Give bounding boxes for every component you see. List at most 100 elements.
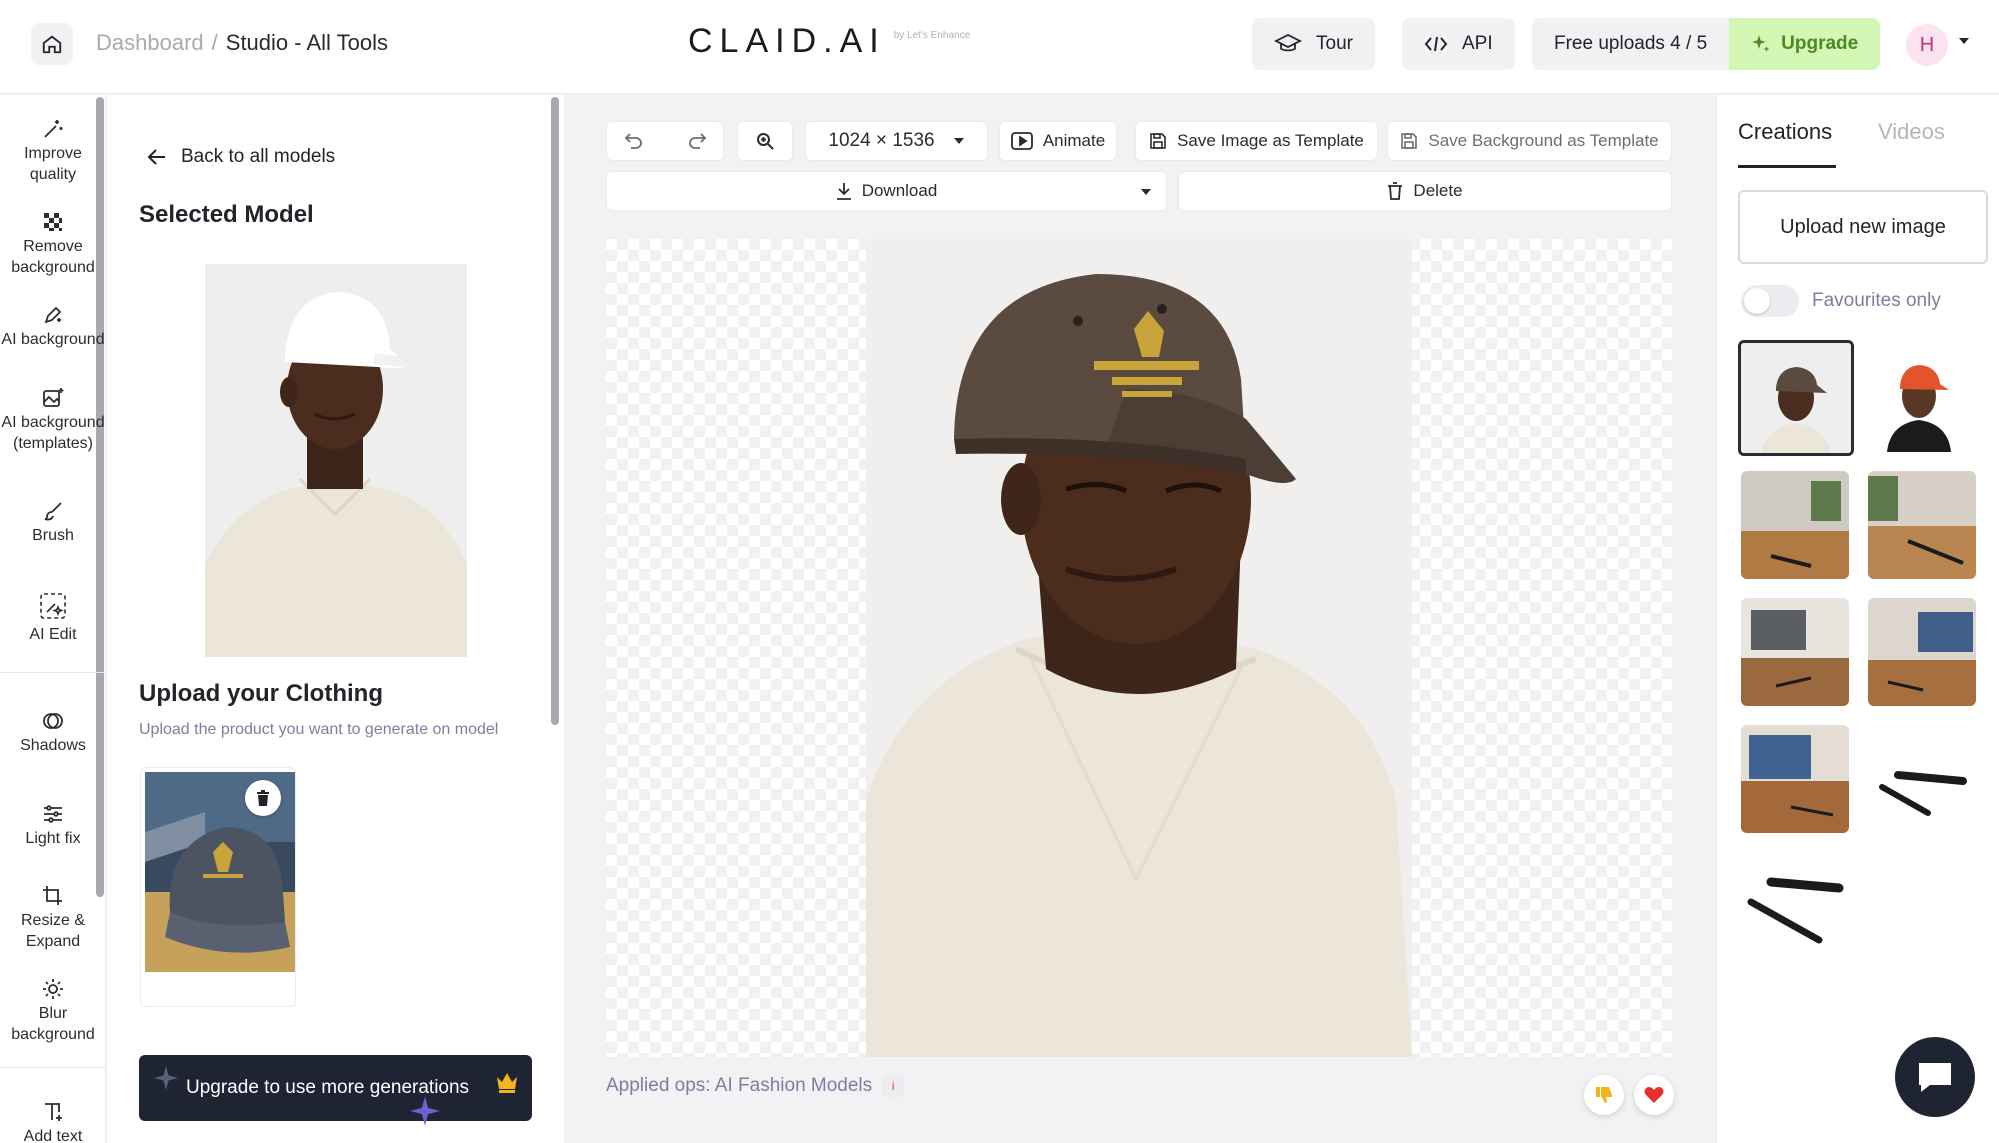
tool-label: Light fix [25,830,81,847]
chevron-down-icon[interactable] [1958,36,1970,46]
animate-button[interactable]: Animate [999,121,1117,161]
clothing-upload-card[interactable] [140,767,296,1007]
creation-thumbnail[interactable] [1741,471,1849,579]
favourite-button[interactable] [1634,1075,1674,1115]
home-icon [42,35,62,54]
panel-scrollbar[interactable] [551,97,559,725]
tool-resize-expand[interactable]: Resize & Expand [0,885,106,952]
save-icon [1401,133,1418,149]
tool-add-text[interactable]: Add text [0,1101,106,1143]
delete-label: Delete [1413,181,1463,200]
blur-icon [43,979,63,999]
creation-thumbnail[interactable] [1741,725,1849,833]
zoom-button[interactable] [737,121,793,161]
back-to-models-link[interactable]: Back to all models [147,146,335,168]
breadcrumb-current: Studio - All Tools [225,30,389,55]
tab-videos[interactable]: Videos [1878,119,1945,145]
upgrade-label: Upgrade [1781,33,1859,54]
tool-light-fix[interactable]: Light fix [0,803,106,849]
size-label: 1024 × 1536 [828,130,935,151]
creation-thumbnail[interactable] [1865,344,1973,452]
favourites-label: Favourites only [1812,290,1941,311]
save-image-template-button[interactable]: Save Image as Template [1135,121,1378,161]
chat-support-button[interactable] [1895,1037,1975,1117]
sparkle-decor-icon [154,1066,178,1090]
tool-shadows[interactable]: Shadows [0,710,106,756]
upgrade-button[interactable]: Upgrade [1729,18,1881,70]
delete-button[interactable]: Delete [1178,171,1672,211]
selected-model-image[interactable] [205,264,467,657]
tool-label: Improve quality [24,145,82,183]
redo-icon[interactable] [687,131,707,151]
creation-thumbnail[interactable] [1738,340,1854,456]
image-canvas[interactable] [606,239,1672,1057]
arrow-left-icon [147,149,165,165]
tool-blur-background[interactable]: Blur background [0,978,106,1045]
tool-label: Remove background [11,238,95,276]
dislike-button[interactable] [1584,1075,1624,1115]
heart-icon [1644,1087,1664,1103]
tool-improve-quality[interactable]: Improve quality [0,118,106,185]
pen-sparkle-icon [44,306,62,324]
crop-icon [43,886,62,905]
upload-clothing-subtitle: Upload the product you want to generate … [139,721,499,738]
save-background-template-label: Save Background as Template [1428,131,1659,150]
logo-subtitle: by Let's Enhance [893,30,971,41]
user-avatar[interactable]: H [1906,24,1948,66]
breadcrumb-dashboard-link[interactable]: Dashboard [96,30,204,56]
thumbs-down-icon [1596,1087,1612,1103]
tool-label: Add text [23,1128,83,1143]
download-icon [836,183,851,200]
tool-ai-background[interactable]: AI background [0,304,106,350]
checker-icon [44,213,62,231]
tool-label: AI background (templates) [1,414,105,452]
creation-thumbnail[interactable] [1868,598,1976,706]
upload-clothing-title: Upload your Clothing [139,680,383,707]
history-group [606,121,724,161]
home-button[interactable] [31,23,73,65]
trash-icon [1388,182,1403,200]
graduation-cap-icon [1274,33,1302,52]
add-text-icon [45,1103,62,1121]
top-header: Dashboard / Studio - All Tools CLAID.AI … [0,0,1999,94]
tab-creations[interactable]: Creations [1738,119,1832,145]
upgrade-generations-banner[interactable]: Upgrade to use more generations [139,1055,532,1126]
tool-brush[interactable]: Brush [0,500,106,546]
breadcrumb: Dashboard / Studio - All Tools [96,30,388,56]
sparkle-decor-icon [410,1096,440,1126]
editor-main: 1024 × 1536 Animate Save Image as Templa… [565,95,1715,1143]
download-button[interactable]: Download [606,171,1167,211]
tour-button[interactable]: Tour [1252,18,1375,70]
shadow-icon [43,713,63,729]
api-label: API [1462,33,1493,54]
creation-thumbnail[interactable] [1741,598,1849,706]
save-background-template-button[interactable]: Save Background as Template [1387,121,1672,161]
generated-image[interactable] [866,239,1412,1057]
favourites-toggle[interactable] [1741,285,1799,317]
size-select[interactable]: 1024 × 1536 [805,121,988,161]
tool-remove-background[interactable]: Remove background [0,211,106,278]
selected-model-title: Selected Model [139,201,314,228]
back-label: Back to all models [181,146,336,167]
creation-thumbnail[interactable] [1868,725,1976,833]
tool-ai-background-templates[interactable]: AI background (templates) [0,387,106,454]
undo-icon[interactable] [624,131,644,151]
upload-new-image-button[interactable]: Upload new image [1738,190,1988,264]
info-icon[interactable]: i [882,1075,905,1097]
trash-icon [257,790,269,806]
tool-ai-edit[interactable]: AI Edit [0,591,106,645]
uploads-box: Free uploads 4 / 5 Upgrade [1532,18,1881,70]
remove-clothing-button[interactable] [245,780,281,816]
api-button[interactable]: API [1402,18,1515,70]
applied-ops: Applied ops: AI Fashion Models i [606,1075,905,1097]
model-panel: Back to all models Selected Model Upload… [107,95,564,1143]
video-play-icon [1010,132,1033,150]
logo-text: CLAID.AI [688,22,886,60]
creation-thumbnail[interactable] [1741,852,1849,960]
ai-edit-icon [40,593,66,619]
claid-logo[interactable]: CLAID.AI by Let's Enhance [688,22,970,61]
creation-thumbnail[interactable] [1868,471,1976,579]
caret-down-icon[interactable] [1140,188,1152,196]
image-sparkle-icon [43,388,64,407]
tool-label: Shadows [20,737,86,754]
